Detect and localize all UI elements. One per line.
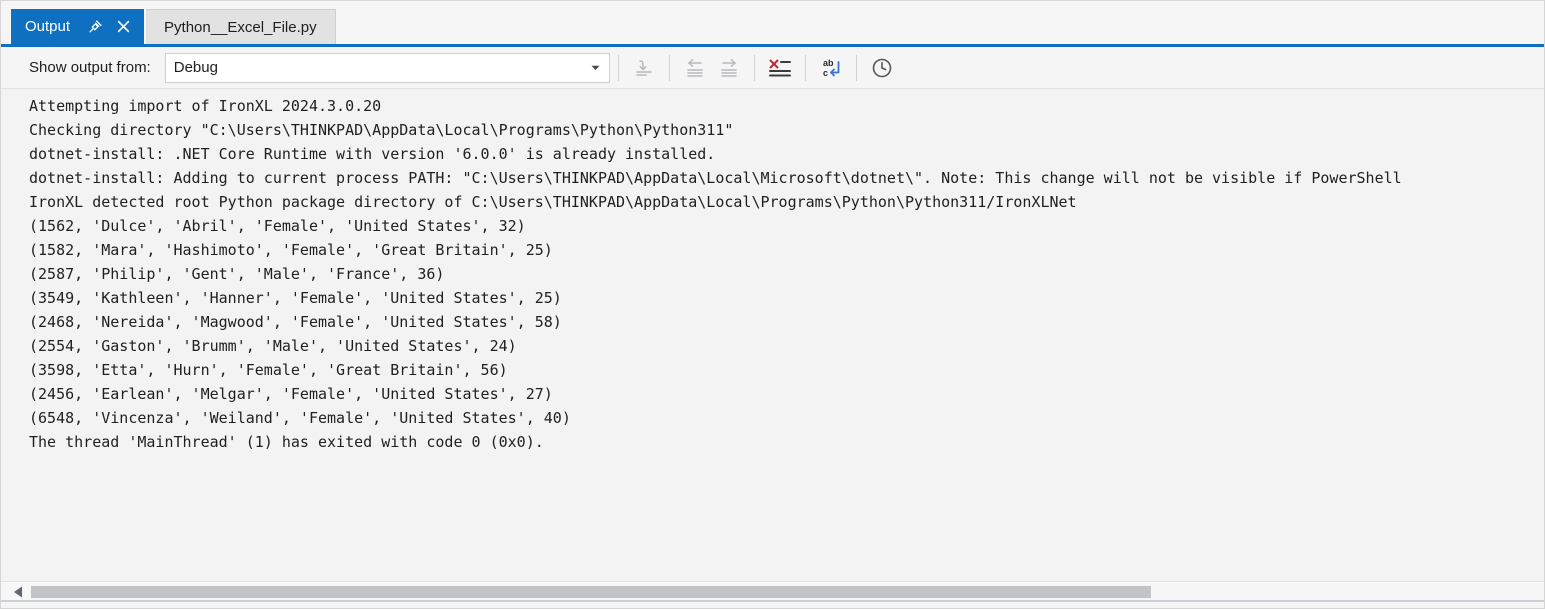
panel-bottom-strip — [1, 602, 1544, 608]
tab-python-excel-file[interactable]: Python__Excel_File.py — [146, 9, 336, 44]
toolbar-separator — [856, 55, 857, 81]
console-line: dotnet-install: .NET Core Runtime with v… — [29, 142, 1544, 166]
console-line: (2587, 'Philip', 'Gent', 'Male', 'France… — [29, 262, 1544, 286]
toolbar-separator — [618, 55, 619, 81]
output-source-dropdown[interactable]: Debug — [165, 53, 610, 83]
tab-output[interactable]: Output — [11, 9, 144, 44]
console-line: dotnet-install: Adding to current proces… — [29, 166, 1544, 190]
tool-window-tab-bar: Output — [1, 1, 1544, 47]
console-line: (1582, 'Mara', 'Hashimoto', 'Female', 'G… — [29, 238, 1544, 262]
output-console[interactable]: Attempting import of IronXL 2024.3.0.20 … — [1, 89, 1544, 581]
show-output-from-label: Show output from: — [29, 59, 151, 76]
console-line: The thread 'MainThread' (1) has exited w… — [29, 430, 1544, 454]
console-line: (3598, 'Etta', 'Hurn', 'Female', 'Great … — [29, 358, 1544, 382]
console-line: IronXL detected root Python package dire… — [29, 190, 1544, 214]
output-toolbar: Show output from: Debug — [1, 47, 1544, 89]
clear-all-icon[interactable] — [763, 53, 797, 83]
console-line: (2456, 'Earlean', 'Melgar', 'Female', 'U… — [29, 382, 1544, 406]
clock-icon[interactable] — [865, 53, 899, 83]
toggle-word-wrap-icon[interactable]: ab c — [814, 53, 848, 83]
tab-file-label: Python__Excel_File.py — [164, 19, 317, 36]
chevron-down-icon[interactable] — [583, 54, 609, 82]
svg-text:c: c — [823, 68, 828, 78]
horizontal-scrollbar[interactable] — [1, 581, 1544, 602]
tab-output-label: Output — [25, 18, 70, 35]
output-source-value: Debug — [166, 59, 583, 76]
console-line: (2554, 'Gaston', 'Brumm', 'Male', 'Unite… — [29, 334, 1544, 358]
console-line: Checking directory "C:\Users\THINKPAD\Ap… — [29, 118, 1544, 142]
console-line: (6548, 'Vincenza', 'Weiland', 'Female', … — [29, 406, 1544, 430]
toolbar-separator — [805, 55, 806, 81]
console-line: (1562, 'Dulce', 'Abril', 'Female', 'Unit… — [29, 214, 1544, 238]
svg-text:ab: ab — [823, 58, 834, 68]
console-line: (2468, 'Nereida', 'Magwood', 'Female', '… — [29, 310, 1544, 334]
toolbar-separator — [754, 55, 755, 81]
output-tool-window: Output — [0, 0, 1545, 609]
close-icon[interactable] — [112, 16, 134, 38]
toolbar-separator — [669, 55, 670, 81]
go-to-previous-message-icon[interactable] — [678, 53, 712, 83]
horizontal-scrollbar-thumb[interactable] — [31, 586, 1151, 598]
scroll-left-arrow-icon[interactable] — [11, 585, 25, 599]
console-line: Attempting import of IronXL 2024.3.0.20 — [29, 94, 1544, 118]
find-message-in-code-icon[interactable] — [627, 53, 661, 83]
go-to-next-message-icon[interactable] — [712, 53, 746, 83]
pin-icon[interactable] — [84, 16, 106, 38]
console-line: (3549, 'Kathleen', 'Hanner', 'Female', '… — [29, 286, 1544, 310]
